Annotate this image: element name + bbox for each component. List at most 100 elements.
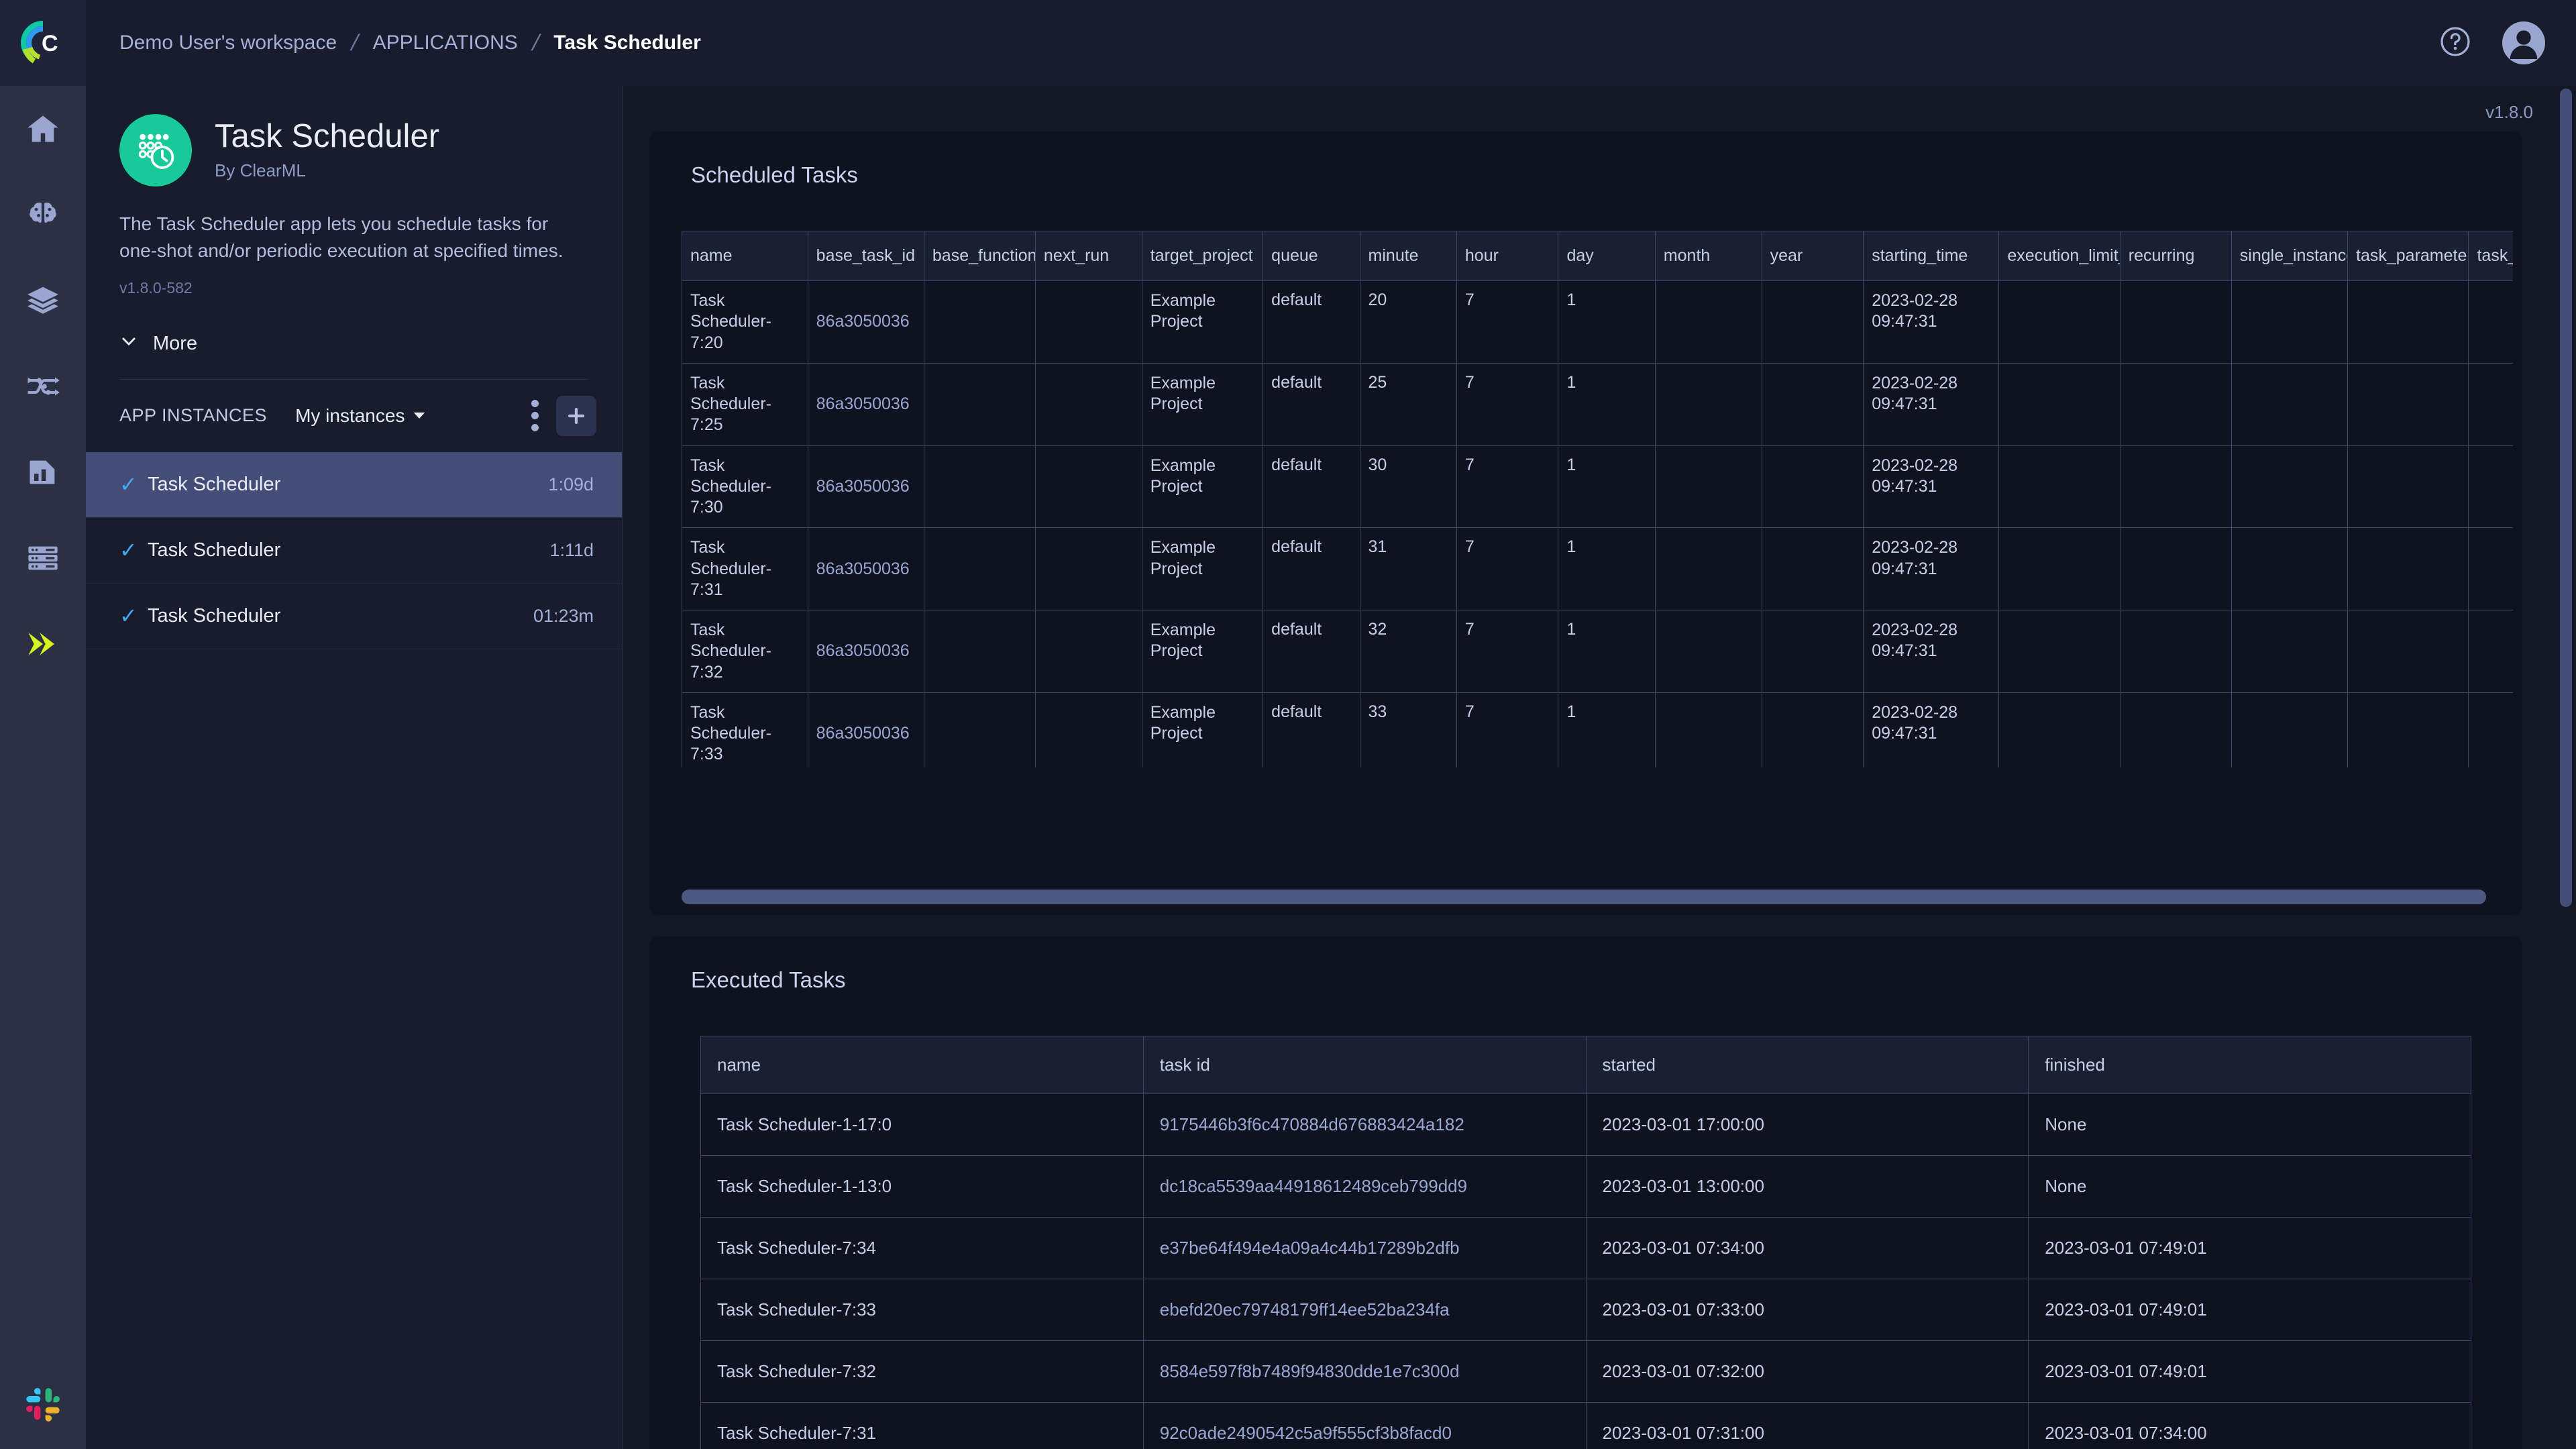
app-instances-label: APP INSTANCES	[119, 405, 268, 425]
column-header[interactable]: minute	[1359, 231, 1457, 281]
table-row[interactable]: Task Scheduler-7:33 ebefd20ec79748179ff14…	[700, 1279, 2471, 1341]
table-row[interactable]: Task Scheduler-1-13:0 dc18ca5539aa4491861…	[700, 1155, 2471, 1218]
sidebar-item-projects[interactable]	[0, 172, 86, 258]
table-header-row: name task id started finished	[700, 1036, 2471, 1094]
table-cell-task_id[interactable]: dc18ca5539aa44918612489ceb799dd9	[1142, 1155, 1587, 1218]
column-header[interactable]: hour	[1456, 231, 1559, 281]
sidebar-item-home[interactable]	[0, 86, 86, 172]
column-header[interactable]: base_task_id	[807, 231, 924, 281]
table-cell-recurring	[2119, 362, 2232, 446]
column-header[interactable]: target_project	[1141, 231, 1264, 281]
check-icon: ✓	[119, 472, 138, 496]
column-header[interactable]: base_function	[923, 231, 1036, 281]
breadcrumb-current: Task Scheduler	[553, 32, 701, 54]
sidebar-item-pipelines[interactable]	[0, 343, 86, 429]
instances-filter-dropdown[interactable]: My instances	[295, 405, 426, 427]
table-cell-year	[1761, 527, 1864, 610]
breadcrumb-separator-1: /	[348, 30, 362, 56]
column-header[interactable]: name	[700, 1036, 1144, 1094]
table-cell-finished: 2023-03-01 07:49:01	[2028, 1340, 2471, 1403]
column-header[interactable]: finished	[2028, 1036, 2471, 1094]
table-cell-recurring	[2119, 610, 2232, 693]
table-row[interactable]: Task Scheduler-7:31 92c0ade2490542c5a9f55…	[700, 1402, 2471, 1449]
table-cell-base_task_id: 86a3050036	[807, 362, 924, 446]
table-cell-task_id[interactable]: ebefd20ec79748179ff14ee52ba234fa	[1142, 1279, 1587, 1341]
table-cell-starting_time: 2023-02-28 09:47:31	[1863, 362, 2000, 446]
app-instances-header: APP INSTANCES My instances	[86, 380, 622, 452]
column-header[interactable]: started	[1585, 1036, 2029, 1094]
column-header[interactable]: next_run	[1034, 231, 1142, 281]
table-cell-queue: default	[1263, 692, 1360, 767]
sidebar-item-datasets[interactable]	[0, 258, 86, 343]
column-header[interactable]: task_parameters	[2347, 231, 2469, 281]
table-cell-name: Task Scheduler-7:32	[700, 1340, 1144, 1403]
table-cell-target_project: Example Project	[1141, 362, 1264, 446]
page-scrollbar[interactable]	[2560, 89, 2572, 907]
sidebar-item-resources[interactable]	[0, 515, 86, 601]
scheduled-tasks-scroll-area[interactable]: name base_task_id base_function next_run tar…	[659, 231, 2513, 767]
table-cell-name: Task Scheduler-7:30	[682, 445, 808, 529]
column-header[interactable]: year	[1761, 231, 1864, 281]
table-cell-day: 1	[1558, 692, 1656, 767]
table-cell-task_id[interactable]: 9175446b3f6c470884d676883424a182	[1142, 1093, 1587, 1156]
table-cell-task_id[interactable]: 8584e597f8b7489f94830dde1e7c300d	[1142, 1340, 1587, 1403]
table-cell-name: Task Scheduler-1-13:0	[700, 1155, 1144, 1218]
table-row[interactable]: Task Scheduler-7:33 86a3050036 Example Pro…	[682, 692, 2513, 767]
column-header[interactable]: task id	[1142, 1036, 1587, 1094]
table-cell-finished: 2023-03-01 07:49:01	[2028, 1279, 2471, 1341]
column-header[interactable]: recurring	[2119, 231, 2232, 281]
table-row[interactable]: Task Scheduler-7:34 e37be64f494e4a09a4c44…	[700, 1217, 2471, 1279]
table-cell-started: 2023-03-01 13:00:00	[1585, 1155, 2029, 1218]
column-header[interactable]: execution_limit_hours	[1998, 231, 2121, 281]
table-cell-next_run	[1034, 692, 1142, 767]
column-header[interactable]: queue	[1263, 231, 1360, 281]
table-row[interactable]: Task Scheduler-7:20 86a3050036 Example Pro…	[682, 280, 2513, 364]
column-header[interactable]: day	[1558, 231, 1656, 281]
table-cell-hour: 7	[1456, 692, 1559, 767]
breadcrumb-workspace[interactable]: Demo User's workspace	[119, 32, 337, 54]
instance-runtime: 1:11d	[549, 539, 594, 560]
overflow-menu-icon[interactable]	[523, 390, 547, 441]
table-cell-task_id[interactable]: 92c0ade2490542c5a9f555cf3b8facd0	[1142, 1402, 1587, 1449]
table-cell-execution_limit_hours	[1998, 280, 2121, 364]
column-header[interactable]: task_overrides	[2468, 231, 2513, 281]
avatar[interactable]	[2502, 21, 2545, 64]
instance-row[interactable]: ✓ Task Scheduler 01:23m	[86, 584, 622, 649]
table-cell-next_run	[1034, 362, 1142, 446]
table-row[interactable]: Task Scheduler-1-17:0 9175446b3f6c470884d…	[700, 1093, 2471, 1156]
instance-row[interactable]: ✓ Task Scheduler 1:11d	[86, 518, 622, 584]
horizontal-scrollbar[interactable]	[682, 890, 2486, 904]
column-header[interactable]: month	[1654, 231, 1762, 281]
table-row[interactable]: Task Scheduler-7:32 86a3050036 Example Pro…	[682, 610, 2513, 693]
table-cell-name: Task Scheduler-7:33	[682, 692, 808, 767]
column-header[interactable]: name	[682, 231, 808, 281]
column-header[interactable]: single_instance	[2231, 231, 2349, 281]
more-toggle[interactable]: More	[119, 332, 588, 380]
table-cell-started: 2023-03-01 07:34:00	[1585, 1217, 2029, 1279]
instance-row[interactable]: ✓ Task Scheduler 1:09d	[86, 451, 622, 518]
table-cell-recurring	[2119, 445, 2232, 529]
table-row[interactable]: Task Scheduler-7:30 86a3050036 Example Pro…	[682, 445, 2513, 529]
table-cell-name: Task Scheduler-7:31	[700, 1402, 1144, 1449]
table-cell-month	[1654, 280, 1762, 364]
table-row[interactable]: Task Scheduler-7:31 86a3050036 Example Pro…	[682, 527, 2513, 610]
table-cell-base_function	[923, 362, 1036, 446]
slack-link[interactable]	[0, 1363, 86, 1449]
breadcrumb-applications[interactable]: APPLICATIONS	[373, 32, 518, 54]
sidebar-item-applications[interactable]	[0, 601, 86, 687]
svg-text:C: C	[42, 31, 58, 56]
table-cell-hour: 7	[1456, 280, 1559, 364]
table-row[interactable]: Task Scheduler-7:32 8584e597f8b7489f94830…	[700, 1340, 2471, 1403]
clearml-logo[interactable]: C	[0, 0, 86, 86]
table-cell-execution_limit_hours	[1998, 362, 2121, 446]
table-row[interactable]: Task Scheduler-7:25 86a3050036 Example Pro…	[682, 362, 2513, 446]
help-icon[interactable]	[2439, 25, 2471, 61]
column-header[interactable]: starting_time	[1863, 231, 2000, 281]
table-cell-task_id[interactable]: e37be64f494e4a09a4c44b17289b2dfb	[1142, 1217, 1587, 1279]
sidebar-item-reports[interactable]	[0, 429, 86, 515]
add-instance-button[interactable]	[556, 395, 596, 436]
table-cell-minute: 32	[1359, 610, 1457, 693]
instance-name: Task Scheduler	[148, 539, 281, 561]
table-cell-single_instance	[2231, 692, 2349, 767]
top-bar: Demo User's workspace / APPLICATIONS / T…	[86, 0, 2576, 86]
